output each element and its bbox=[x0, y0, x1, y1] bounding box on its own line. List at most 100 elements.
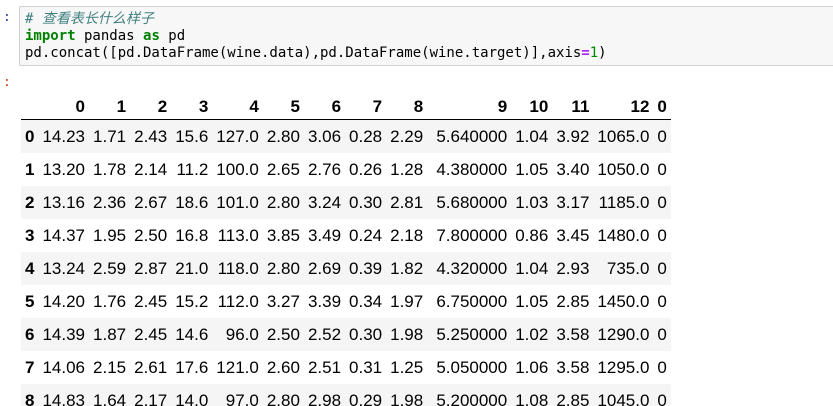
input-prompt: : bbox=[3, 10, 11, 25]
table-cell: 15.2 bbox=[175, 291, 209, 311]
column-header: 9 bbox=[427, 90, 512, 120]
table-cell: 5.640000 bbox=[436, 126, 508, 146]
table-cell: 1.98 bbox=[390, 390, 424, 406]
table-cell: 2.85 bbox=[556, 291, 590, 311]
row-index: 6 bbox=[25, 324, 35, 344]
table-cell: 735.0 bbox=[606, 258, 650, 278]
table-cell: 2.50 bbox=[134, 225, 168, 245]
dataframe-table: 0 1 2 3 4 5 6 7 8 9 10 11 12 0 0 14.23 1.71 2.43 15.6 127.… bbox=[21, 90, 671, 406]
table-cell: 1050.0 bbox=[597, 159, 650, 179]
table-cell: 1290.0 bbox=[597, 324, 650, 344]
table-cell: 7.800000 bbox=[436, 225, 508, 245]
column-header: 12 bbox=[593, 90, 654, 120]
column-header: 10 bbox=[511, 90, 553, 120]
table-cell: 2.67 bbox=[134, 192, 168, 212]
column-header: 4 bbox=[212, 90, 263, 120]
code-close-paren: ) bbox=[598, 45, 607, 61]
table-row: 8 14.83 1.64 2.17 14.0 97.0 2.80 2.98 0.29 1.98 5.… bbox=[21, 384, 671, 406]
table-cell: 1065.0 bbox=[597, 126, 650, 146]
table-cell: 13.24 bbox=[42, 258, 86, 278]
table-cell: 0 bbox=[657, 225, 667, 245]
table-cell: 1.04 bbox=[515, 126, 549, 146]
table-cell: 0.29 bbox=[349, 390, 383, 406]
table-cell: 2.50 bbox=[266, 324, 300, 344]
table-cell: 2.85 bbox=[556, 390, 590, 406]
code-cell[interactable]: # 查看表长什么样子 import pandas as pd pd.concat… bbox=[19, 6, 833, 66]
table-cell: 97.0 bbox=[225, 390, 259, 406]
table-cell: 0.34 bbox=[349, 291, 383, 311]
table-cell: 1.25 bbox=[390, 357, 424, 377]
table-cell: 0 bbox=[657, 324, 667, 344]
table-cell: 1.05 bbox=[515, 291, 549, 311]
table-cell: 0 bbox=[657, 357, 667, 377]
column-header: 7 bbox=[345, 90, 387, 120]
table-cell: 2.45 bbox=[134, 291, 168, 311]
table-cell: 1185.0 bbox=[598, 192, 650, 212]
table-cell: 0 bbox=[657, 258, 667, 278]
table-cell: 1.78 bbox=[93, 159, 127, 179]
table-cell: 14.83 bbox=[42, 390, 86, 406]
table-cell: 1.08 bbox=[515, 390, 549, 406]
table-cell: 2.80 bbox=[266, 258, 300, 278]
table-row: 1 13.20 1.78 2.14 11.2 100.0 2.65 2.76 0.26 1.28 4… bbox=[21, 153, 671, 186]
table-cell: 1.28 bbox=[390, 159, 424, 179]
table-cell: 1.06 bbox=[515, 357, 549, 377]
table-cell: 2.51 bbox=[307, 357, 342, 377]
table-cell: 2.93 bbox=[556, 258, 590, 278]
table-cell: 127.0 bbox=[216, 126, 259, 146]
table-cell: 0.28 bbox=[349, 126, 383, 146]
table-row: 3 14.37 1.95 2.50 16.8 113.0 3.85 3.49 0.24 2.18 7… bbox=[21, 219, 671, 252]
table-cell: 14.6 bbox=[175, 324, 209, 344]
table-cell: 112.0 bbox=[217, 291, 259, 311]
code-concat-call: pd.concat([pd.DataFrame(wine.data),pd.Da… bbox=[25, 45, 582, 61]
table-cell: 1.71 bbox=[93, 126, 127, 146]
table-cell: 14.39 bbox=[42, 324, 86, 344]
table-cell: 0 bbox=[657, 159, 667, 179]
table-cell: 2.14 bbox=[134, 159, 168, 179]
table-cell: 1.95 bbox=[93, 225, 127, 245]
table-cell: 3.45 bbox=[556, 225, 590, 245]
table-row: 0 14.23 1.71 2.43 15.6 127.0 2.80 3.06 0.28 2.29 5… bbox=[21, 119, 671, 153]
table-cell: 2.80 bbox=[266, 192, 300, 212]
table-cell: 2.59 bbox=[93, 258, 127, 278]
table-cell: 2.15 bbox=[93, 357, 127, 377]
table-cell: 2.65 bbox=[266, 159, 300, 179]
table-cell: 2.81 bbox=[390, 192, 424, 212]
table-cell: 0 bbox=[657, 390, 667, 406]
table-cell: 21.0 bbox=[175, 258, 209, 278]
table-cell: 2.87 bbox=[134, 258, 168, 278]
table-cell: 1450.0 bbox=[597, 291, 650, 311]
table-cell: 1.87 bbox=[93, 324, 127, 344]
table-cell: 2.29 bbox=[390, 126, 424, 146]
code-equals: = bbox=[581, 45, 590, 61]
column-header bbox=[21, 90, 39, 120]
table-cell: 0.30 bbox=[349, 324, 383, 344]
table-cell: 16.8 bbox=[175, 225, 209, 245]
code-comment: # 查看表长什么样子 bbox=[25, 11, 154, 27]
table-cell: 2.80 bbox=[266, 126, 300, 146]
table-cell: 5.200000 bbox=[436, 390, 508, 406]
column-header: 5 bbox=[262, 90, 304, 120]
table-cell: 2.52 bbox=[307, 324, 342, 344]
table-cell: 3.58 bbox=[556, 324, 590, 344]
table-cell: 14.06 bbox=[42, 357, 86, 377]
table-cell: 14.0 bbox=[175, 390, 209, 406]
table-cell: 2.43 bbox=[134, 126, 168, 146]
table-cell: 0.24 bbox=[349, 225, 383, 245]
table-cell: 3.58 bbox=[556, 357, 590, 377]
table-cell: 1.97 bbox=[390, 291, 424, 311]
table-cell: 18.6 bbox=[175, 192, 209, 212]
row-index: 1 bbox=[25, 159, 35, 179]
output-area: 0 1 2 3 4 5 6 7 8 9 10 11 12 0 0 14.23 1.71 2.43 15.6 127.… bbox=[19, 78, 833, 406]
table-cell: 4.320000 bbox=[436, 258, 508, 278]
table-cell: 1.03 bbox=[515, 192, 549, 212]
table-cell: 1.76 bbox=[93, 291, 127, 311]
column-header: 6 bbox=[303, 90, 346, 120]
table-cell: 118.0 bbox=[217, 258, 259, 278]
code-editor[interactable]: # 查看表长什么样子 import pandas as pd pd.concat… bbox=[25, 11, 607, 62]
table-cell: 0.86 bbox=[515, 225, 549, 245]
code-alias: pd bbox=[159, 28, 186, 44]
table-cell: 1.82 bbox=[390, 258, 424, 278]
table-row: 4 13.24 2.59 2.87 21.0 118.0 2.80 2.69 0.39 1.82 4… bbox=[21, 252, 671, 285]
table-cell: 2.76 bbox=[307, 159, 342, 179]
